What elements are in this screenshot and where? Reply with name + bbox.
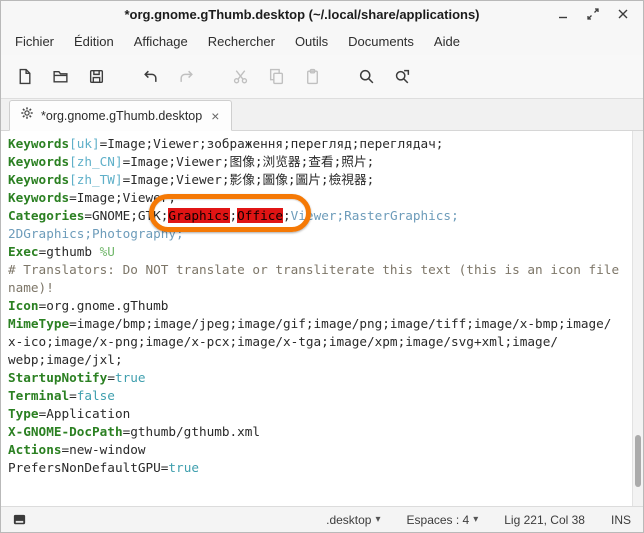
code-line: Terminal=false [8,387,629,405]
close-icon[interactable] [615,6,631,22]
save-button[interactable] [81,62,111,92]
code-line: Categories=GNOME;GTK;Graphics;Office;Vie… [8,207,629,225]
find-button[interactable] [351,62,381,92]
window-controls [543,6,643,22]
code-line: Actions=new-window [8,441,629,459]
redo-button[interactable] [171,62,201,92]
code-line: MimeType=image/bmp;image/jpeg;image/gif;… [8,315,629,333]
editor-area[interactable]: Keywords[uk]=Image;Viewer;зображення;пер… [1,131,643,506]
tab-close-icon[interactable]: × [209,109,221,123]
code-line: Exec=gthumb %U [8,243,629,261]
input-mode-indicator[interactable]: INS [611,513,631,527]
tab-org-gnome-gthumb-desktop[interactable]: *org.gnome.gThumb.desktop × [9,100,232,131]
language-selector[interactable]: .desktop ▾ [326,513,380,527]
menu-item-aide[interactable]: Aide [424,30,470,53]
code-line: StartupNotify=true [8,369,629,387]
gear-icon [20,106,34,125]
text-editor-window: *org.gnome.gThumb.desktop (~/.local/shar… [0,0,644,533]
code-line: Icon=org.gnome.gThumb [8,297,629,315]
titlebar[interactable]: *org.gnome.gThumb.desktop (~/.local/shar… [1,1,643,27]
code-line: Keywords[zh_CN]=Image;Viewer;图像;浏览器;查看;照… [8,153,629,171]
cursor-position: Lig 221, Col 38 [504,513,585,527]
cut-button[interactable] [225,62,255,92]
code-line: Keywords[uk]=Image;Viewer;зображення;пер… [8,135,629,153]
statusbar: .desktop ▾ Espaces : 4 ▾ Lig 221, Col 38… [1,506,643,532]
minimize-icon[interactable] [555,6,571,22]
menu-item-outils[interactable]: Outils [285,30,338,53]
code-line: # Translators: Do NOT translate or trans… [8,261,629,279]
menu-item-edition[interactable]: Édition [64,30,124,53]
code-line: Keywords[zh_TW]=Image;Viewer;影像;圖像;圖片;檢視… [8,171,629,189]
chevron-down-icon: ▾ [473,514,478,525]
tab-width-selector[interactable]: Espaces : 4 ▾ [407,513,479,527]
code-line: 2DGraphics;Photography; [8,225,629,243]
code-line: PrefersNonDefaultGPU=true [8,459,629,477]
menu-item-fichier[interactable]: Fichier [5,30,64,53]
vertical-scrollbar[interactable] [632,131,643,506]
tab-width-label: Espaces : 4 [407,513,470,527]
restore-icon[interactable] [585,6,601,22]
scrollbar-thumb[interactable] [635,435,641,488]
code-line: webp;image/jxl; [8,351,629,369]
chevron-down-icon: ▾ [375,514,380,525]
tab-label: *org.gnome.gThumb.desktop [41,109,202,123]
copy-button[interactable] [261,62,291,92]
paste-button[interactable] [297,62,327,92]
code-line: Keywords=Image;Viewer; [8,189,629,207]
open-button[interactable] [45,62,75,92]
language-selector-label: .desktop [326,513,371,527]
find-replace-button[interactable] [387,62,417,92]
tabbar: *org.gnome.gThumb.desktop × [1,99,643,131]
new-document-button[interactable] [9,62,39,92]
code-line: x-ico;image/x-png;image/x-pcx;image/x-tg… [8,333,629,351]
bottom-panel-toggle-icon[interactable] [9,511,29,529]
menu-item-rechercher[interactable]: Rechercher [198,30,285,53]
window-title: *org.gnome.gThumb.desktop (~/.local/shar… [1,7,543,22]
code-view[interactable]: Keywords[uk]=Image;Viewer;зображення;пер… [1,131,643,477]
code-line: name)! [8,279,629,297]
menubar: FichierÉditionAffichageRechercherOutilsD… [1,27,643,55]
undo-button[interactable] [135,62,165,92]
code-line: Type=Application [8,405,629,423]
menu-item-affichage[interactable]: Affichage [124,30,198,53]
menu-item-documents[interactable]: Documents [338,30,424,53]
code-line: X-GNOME-DocPath=gthumb/gthumb.xml [8,423,629,441]
toolbar [1,55,643,99]
